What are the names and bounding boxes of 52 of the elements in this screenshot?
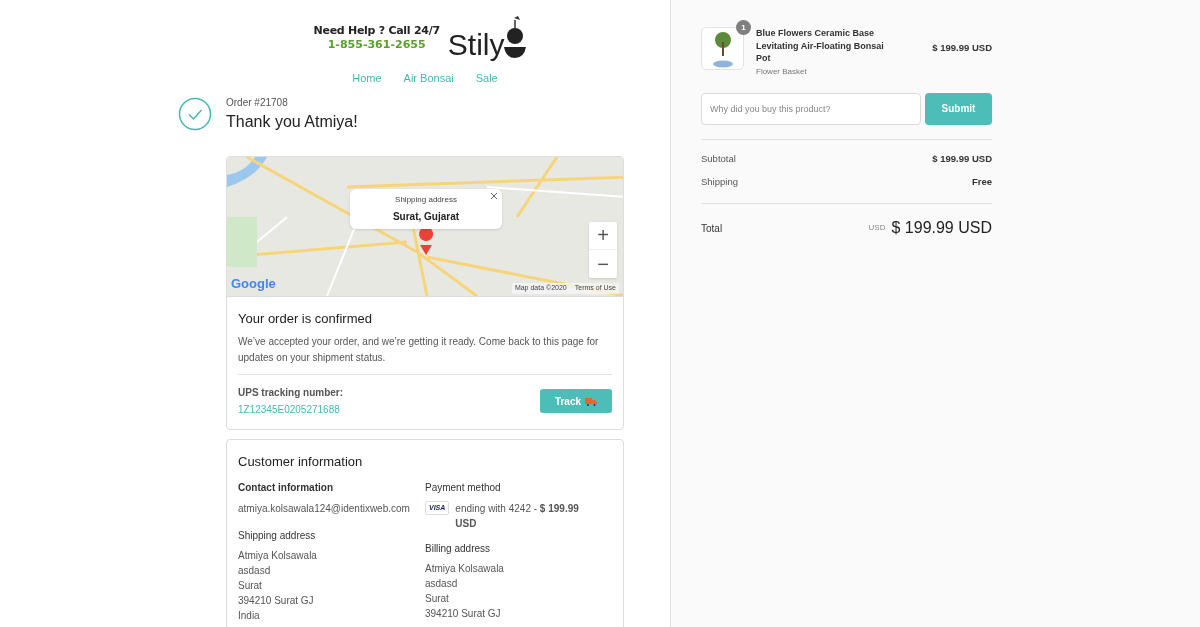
payment-label: Payment method [425,480,502,495]
subtotal-label: Subtotal [701,151,736,166]
address-line: 394210 Surat GJ [425,606,502,621]
confirmation-message: We’ve accepted your order, and we’re getting it ready. Come back to this page for updates on your shipment status. [238,335,600,365]
customer-info-heading: Customer information [238,453,364,471]
nav-link[interactable]: Sale [475,70,498,87]
nav-link[interactable]: Home [352,70,382,87]
nav-link[interactable]: Air Bonsai [403,70,454,87]
order-number: Order #21708 [226,95,289,110]
payment-details: ending with 4242 - $ 199.99 USD [455,501,580,531]
contact-label: Contact information [238,480,334,495]
total-label: Total [701,221,723,236]
bonsai-plant-icon [710,29,735,68]
track-button[interactable]: Track [540,389,612,413]
popup-title: Shipping address [395,193,457,206]
address-line: India [238,608,261,623]
address-line: Atmiya Kolsawala [425,561,505,576]
truck-icon [585,396,598,406]
total-currency: USD [868,222,886,234]
zoom-in-button[interactable]: + [589,221,617,250]
address-line: 394210 Surat GJ [238,593,315,608]
billing-address-label: Billing address [425,541,492,556]
tracking-number-link[interactable]: 1Z12345E0205271688 [238,402,344,417]
address-line: Atmiya Kolsawala [238,548,318,563]
product-name: Blue Flowers Ceramic Base Levitating Air-Floating Bonsai Pot [756,27,885,65]
submit-button[interactable]: Submit [925,92,992,125]
phone-number[interactable]: 1-855-361-2655 [327,38,426,52]
map-brand-logo: Google [231,275,276,293]
address-line: asdasd [238,563,272,578]
zoom-out-button[interactable]: − [589,249,617,278]
address-line: asdasd [425,576,459,591]
bonsai-pot-icon [504,16,527,60]
logo-text[interactable]: Stily [447,30,505,60]
address-line: Surat [425,591,450,606]
shipping-address-label: Shipping address [238,528,317,543]
quantity-badge: 1 [736,20,751,35]
feedback-input[interactable]: Why did you buy this product? [701,92,921,125]
shipping-label: Shipping [701,174,738,189]
subtotal-value: $ 199.99 USD [932,151,992,166]
contact-email: atmiya.kolsawala124@identixweb.com [238,501,411,516]
close-icon[interactable] [491,192,497,199]
total-value: $ 199.99 USD [891,218,992,238]
product-price: $ 199.99 USD [932,41,992,55]
confirmation-heading: Your order is confirmed [238,309,373,328]
checkmark-circle-icon [178,97,212,131]
help-text: Need Help ? Call 24/7 [313,24,440,38]
tracking-label: UPS tracking number: [238,386,344,400]
popup-place: Surat, Gujarat [392,209,460,224]
shipping-value: Free [971,174,992,189]
thank-you-heading: Thank you Atmiya! [226,111,358,132]
product-variant: Flower Basket [756,65,808,78]
address-line: Surat [238,578,263,593]
